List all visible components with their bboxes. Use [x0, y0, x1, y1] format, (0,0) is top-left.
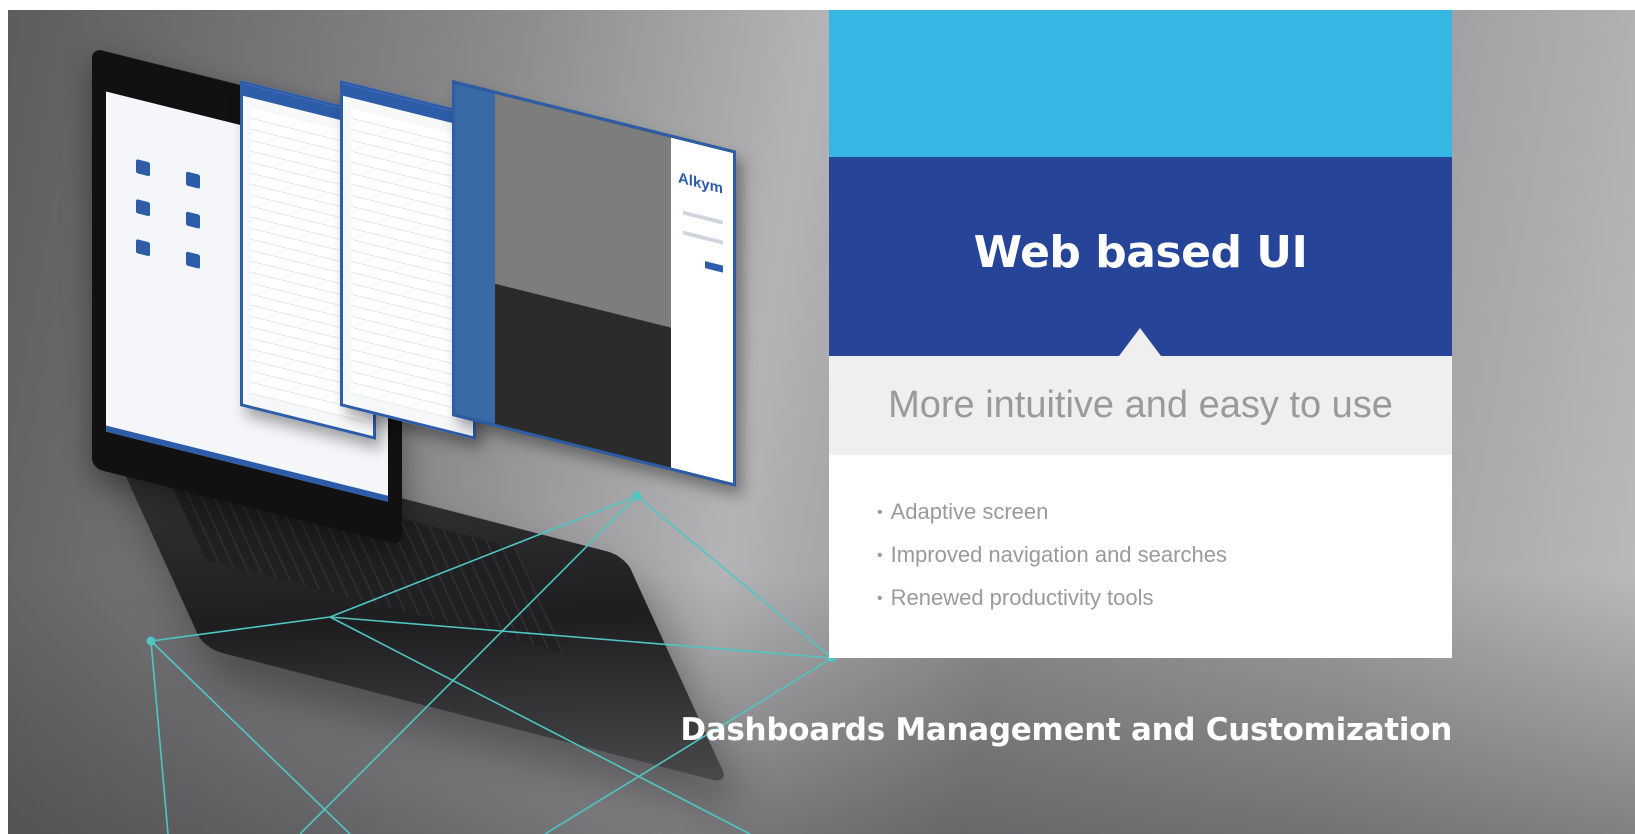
card-title: Web based UI — [973, 227, 1308, 278]
feature-item: • Improved navigation and searches — [877, 542, 1227, 567]
footer-title: Dashboards Management and Customization — [680, 712, 1452, 748]
card-features: • Adaptive screen • Improved navigation an… — [829, 455, 1452, 658]
card-subtitle-band: More intuitive and easy to use — [829, 356, 1452, 455]
network-node — [632, 491, 642, 501]
bullet-icon: • — [877, 504, 883, 521]
feature-item: • Renewed productivity tools — [877, 585, 1154, 610]
card-notch — [1119, 328, 1161, 356]
feature-list: • Adaptive screen • Improved navigation an… — [877, 495, 1227, 624]
bullet-icon: • — [877, 590, 883, 607]
feature-item: • Adaptive screen — [877, 499, 1049, 524]
card-header: Web based UI — [829, 157, 1452, 356]
bullet-icon: • — [877, 547, 883, 564]
card-accent-band — [829, 10, 1452, 157]
network-node — [146, 636, 156, 646]
card-subtitle: More intuitive and easy to use — [888, 384, 1393, 426]
